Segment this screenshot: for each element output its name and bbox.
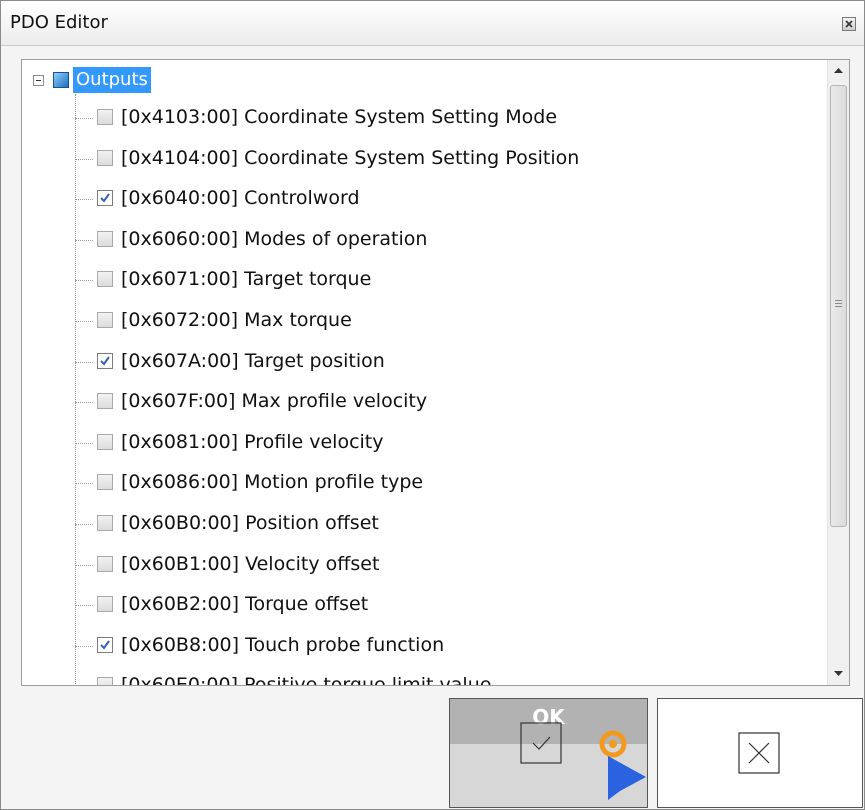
tree-branch-line bbox=[75, 564, 93, 566]
cancel-button[interactable] bbox=[657, 698, 863, 808]
pdo-tree-view[interactable]: Outputs [0x4103:00] Coordinate System Se… bbox=[21, 59, 850, 686]
pdo-entry-label: [0x4104:00] Coordinate System Setting Po… bbox=[121, 146, 580, 169]
scroll-up-button[interactable] bbox=[828, 60, 849, 82]
pdo-entry-item[interactable]: [0x6071:00] Target torque bbox=[75, 260, 815, 300]
pdo-editor-window: PDO Editor Outputs [0x4103:00] Coordinat… bbox=[0, 0, 865, 810]
ok-button[interactable]: OK bbox=[449, 698, 648, 808]
checkmark-icon bbox=[520, 722, 562, 764]
pdo-entry-label: [0x60B8:00] Touch probe function bbox=[121, 633, 445, 656]
checkbox-checked[interactable] bbox=[97, 352, 113, 369]
pdo-entry-item[interactable]: [0x6072:00] Max torque bbox=[75, 301, 815, 341]
checkbox-unchecked[interactable] bbox=[97, 230, 113, 247]
pdo-entry-item[interactable]: [0x607F:00] Max profile velocity bbox=[75, 382, 815, 422]
tree-branch-line bbox=[75, 402, 93, 404]
tree-content: Outputs [0x4103:00] Coordinate System Se… bbox=[22, 60, 827, 685]
pdo-entry-label: [0x6040:00] Controlword bbox=[121, 187, 360, 210]
checkbox-unchecked[interactable] bbox=[97, 271, 113, 288]
checkbox-unchecked[interactable] bbox=[97, 677, 113, 685]
pdo-entry-label: [0x6071:00] Target torque bbox=[121, 268, 372, 291]
tree-branch-line bbox=[75, 199, 93, 201]
checkbox-unchecked[interactable] bbox=[97, 596, 113, 613]
pdo-entry-label: [0x6060:00] Modes of operation bbox=[121, 227, 428, 250]
title-bar: PDO Editor bbox=[1, 1, 864, 46]
scrollbar-thumb[interactable] bbox=[830, 85, 847, 527]
grip-icon bbox=[835, 300, 842, 309]
tree-branch-line bbox=[75, 524, 93, 525]
checkmark-icon bbox=[100, 356, 110, 366]
pdo-entry-label: [0x607A:00] Target position bbox=[121, 349, 385, 372]
checkbox-unchecked[interactable] bbox=[97, 474, 113, 491]
arrow-up-icon bbox=[834, 68, 843, 73]
pdo-entry-item[interactable]: [0x4103:00] Coordinate System Setting Mo… bbox=[75, 98, 815, 138]
pdo-entry-item[interactable]: [0x4104:00] Coordinate System Setting Po… bbox=[75, 139, 815, 179]
pdo-entry-label: [0x6081:00] Profile velocity bbox=[121, 430, 384, 453]
checkbox-checked[interactable] bbox=[97, 636, 113, 653]
window-title: PDO Editor bbox=[10, 12, 108, 33]
pdo-entry-label: [0x607F:00] Max profile velocity bbox=[121, 390, 428, 413]
tree-branch-line bbox=[75, 361, 93, 363]
checkbox-unchecked[interactable] bbox=[97, 393, 113, 410]
checkbox-unchecked[interactable] bbox=[97, 312, 113, 328]
close-icon bbox=[845, 20, 853, 28]
tree-branch-line bbox=[75, 645, 93, 647]
pdo-entry-label: [0x60B1:00] Velocity offset bbox=[121, 552, 380, 575]
tree-branch-line bbox=[75, 483, 93, 485]
tree-branch-line bbox=[75, 321, 93, 322]
pdo-entry-label: [0x60B2:00] Torque offset bbox=[121, 593, 369, 616]
checkbox-unchecked[interactable] bbox=[97, 555, 113, 572]
folder-icon bbox=[53, 72, 69, 88]
pdo-entry-label: [0x60B0:00] Position offset bbox=[121, 512, 379, 534]
tree-branch-line bbox=[75, 280, 93, 282]
pdo-entry-item[interactable]: [0x60B2:00] Torque offset bbox=[75, 585, 815, 625]
cancel-x-icon bbox=[738, 732, 780, 774]
tree-branch-line bbox=[75, 239, 93, 241]
checkbox-unchecked[interactable] bbox=[97, 515, 113, 531]
pdo-entry-item[interactable]: [0x6086:00] Motion profile type bbox=[75, 463, 815, 503]
pdo-entry-item[interactable]: [0x6081:00] Profile velocity bbox=[75, 423, 815, 463]
tree-branch-line bbox=[75, 605, 93, 607]
collapse-icon[interactable] bbox=[33, 75, 44, 86]
checkmark-icon bbox=[100, 640, 110, 650]
scroll-down-button[interactable] bbox=[828, 663, 849, 685]
pdo-entry-item[interactable]: [0x60B8:00] Touch probe function bbox=[75, 626, 815, 666]
pdo-entry-item[interactable]: [0x607A:00] Target position bbox=[75, 342, 815, 382]
checkbox-unchecked[interactable] bbox=[97, 149, 113, 166]
pdo-entry-label: [0x60E0:00] Positive torque limit value bbox=[121, 674, 491, 685]
tree-root-label[interactable]: Outputs bbox=[73, 67, 151, 93]
arrow-down-icon bbox=[834, 671, 843, 676]
pdo-entry-item[interactable]: [0x6040:00] Controlword bbox=[75, 179, 815, 219]
vertical-scrollbar[interactable] bbox=[827, 60, 849, 685]
pdo-entry-item[interactable]: [0x60B0:00] Position offset bbox=[75, 504, 815, 544]
tree-branch-line bbox=[75, 442, 93, 444]
tree-branch-line bbox=[75, 158, 93, 160]
pdo-entry-item[interactable]: [0x60B1:00] Velocity offset bbox=[75, 545, 815, 585]
pdo-entry-label: [0x4103:00] Coordinate System Setting Mo… bbox=[121, 106, 558, 128]
checkbox-unchecked[interactable] bbox=[97, 109, 113, 125]
checkbox-checked[interactable] bbox=[97, 190, 113, 207]
pdo-entry-item[interactable]: [0x6060:00] Modes of operation bbox=[75, 220, 815, 260]
mouse-cursor-icon bbox=[599, 730, 646, 800]
pdo-entry-label: [0x6086:00] Motion profile type bbox=[121, 471, 424, 494]
checkbox-unchecked[interactable] bbox=[97, 433, 113, 450]
close-button[interactable] bbox=[842, 17, 856, 31]
pdo-entry-item[interactable]: [0x60E0:00] Positive torque limit value bbox=[75, 666, 815, 685]
pdo-entry-label: [0x6072:00] Max torque bbox=[121, 309, 352, 331]
tree-branch-line bbox=[75, 118, 93, 119]
checkmark-icon bbox=[100, 193, 110, 203]
